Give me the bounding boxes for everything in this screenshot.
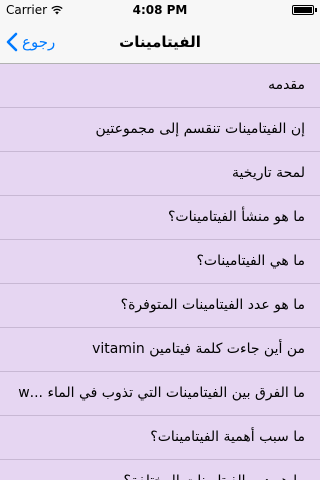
list-item[interactable]: إن الفيتامينات تنقسم إلى مجموعتين (0, 108, 320, 152)
list-item-label: ما هي الفيتامينات؟ (196, 253, 306, 269)
list-item[interactable]: من أين جاءت كلمة فيتامين vitamin (0, 328, 320, 372)
list-item[interactable]: ما هو دور الفيتامينات المختلفة؟ (0, 460, 320, 480)
list-item-label: ما هو دور الفيتامينات المختلفة؟ (12, 460, 305, 480)
page-title: الفيتامينات (119, 33, 201, 51)
list-item-label: ما الفرق بين الفيتامينات التي تذوب في ال… (18, 385, 305, 401)
list-item[interactable]: ما هو منشأ الفيتامينات؟ (0, 196, 320, 240)
back-button[interactable]: رجوع (6, 20, 55, 64)
battery-icon (292, 5, 317, 15)
status-bar: Carrier 4:08 PM (0, 0, 320, 20)
list-item-label: ما سبب أهمية الفيتامينات؟ (150, 429, 305, 445)
list-item-label: مقدمه (268, 77, 305, 93)
status-time: 4:08 PM (132, 3, 188, 17)
back-button-label: رجوع (22, 33, 56, 51)
navigation-bar: رجوع الفيتامينات (0, 20, 320, 64)
list-item[interactable]: ما هو عدد الفيتامينات المتوفرة؟ (0, 284, 320, 328)
list-item-label: من أين جاءت كلمة فيتامين vitamin (92, 341, 305, 357)
list-item-label: إن الفيتامينات تنقسم إلى مجموعتين (95, 121, 305, 137)
list-item-label: ما هو منشأ الفيتامينات؟ (168, 209, 305, 225)
list-item[interactable]: مقدمه (0, 64, 320, 108)
list-item-label: ما هو عدد الفيتامينات المتوفرة؟ (120, 297, 305, 313)
chevron-left-icon (6, 32, 18, 52)
list-item[interactable]: ما سبب أهمية الفيتامينات؟ (0, 416, 320, 460)
list-item[interactable]: ما هي الفيتامينات؟ (0, 240, 320, 284)
topics-list: مقدمه إن الفيتامينات تنقسم إلى مجموعتين … (0, 64, 320, 480)
list-item-label: لمحة تاريخية (232, 165, 305, 181)
list-item[interactable]: ما الفرق بين الفيتامينات التي تذوب في ال… (0, 372, 320, 416)
list-item[interactable]: لمحة تاريخية (0, 152, 320, 196)
